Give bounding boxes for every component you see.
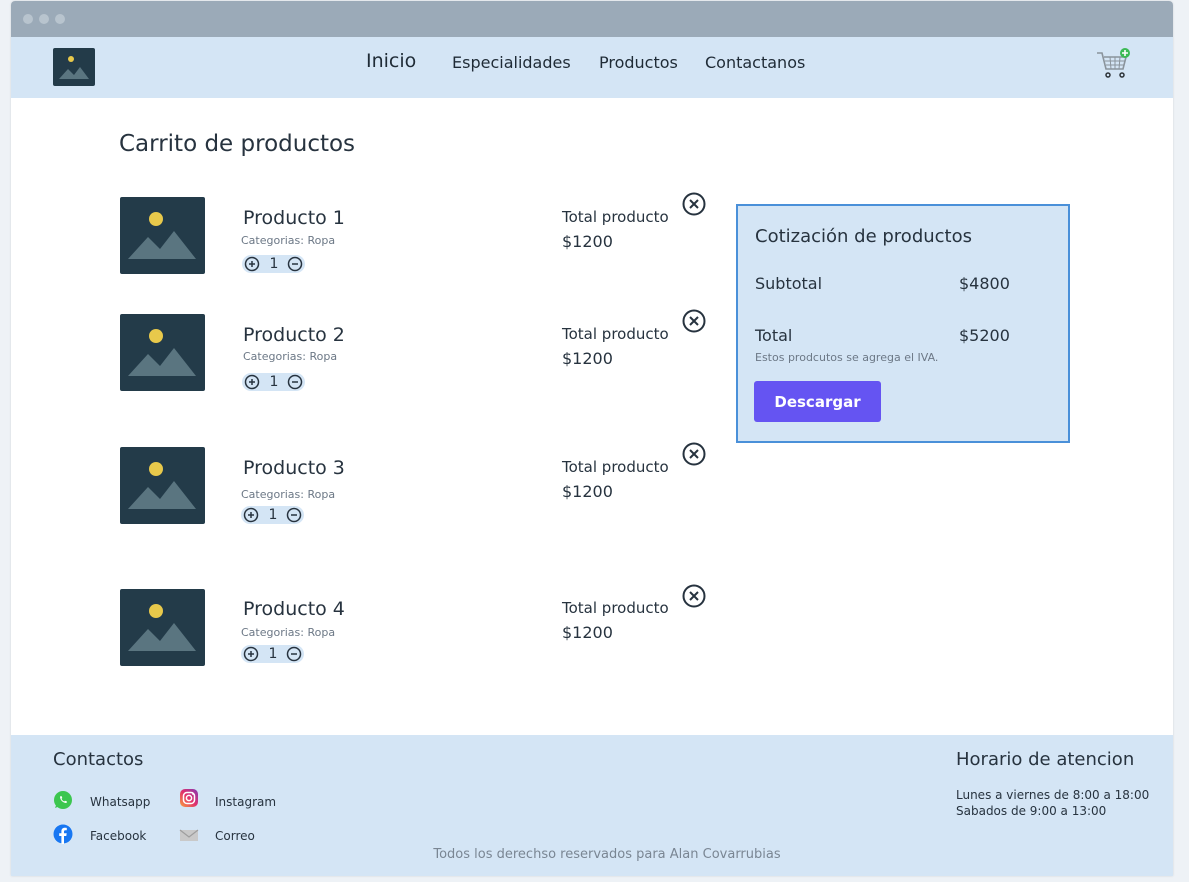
item-total-price: $1200 [562,482,613,501]
cart-item: Producto 2 Categorias: Ropa 1 Total prod… [119,309,729,394]
item-total-label: Total producto [562,325,669,343]
product-image-icon [120,447,205,524]
product-name: Producto 1 [243,207,345,229]
whatsapp-link[interactable]: Whatsapp [90,795,150,809]
page-title: Carrito de productos [119,131,356,157]
window-control-dot[interactable] [55,14,65,24]
cart-item: Producto 1 Categorias: Ropa 1 Total prod… [119,192,729,277]
minus-icon[interactable] [286,507,302,523]
quantity-stepper: 1 [242,373,305,391]
product-image-icon [120,589,205,666]
nav-contactanos[interactable]: Contactanos [705,53,805,72]
product-category: Categorias: Ropa [243,350,338,363]
total-label: Total [755,326,793,345]
item-total-price: $1200 [562,349,613,368]
plus-icon[interactable] [243,646,259,662]
product-category: Categorias: Ropa [241,626,336,639]
item-total-price: $1200 [562,623,613,642]
minus-icon[interactable] [286,646,302,662]
cart-item: Producto 4 Categorias: Ropa 1 Total prod… [119,584,729,669]
mail-icon[interactable] [179,825,199,845]
close-circle-icon[interactable] [681,191,707,217]
quantity-stepper: 1 [241,506,304,524]
product-image-icon [120,197,205,274]
site-footer: Contactos Whatsapp Instagram Facebook Co… [11,735,1173,876]
hours-saturday: Sabados de 9:00 a 13:00 [956,804,1107,818]
tax-note: Estos prodcutos se agrega el IVA. [755,351,939,364]
subtotal-value: $4800 [959,274,1010,293]
email-link[interactable]: Correo [215,829,255,843]
instagram-icon[interactable] [179,788,199,808]
window-control-dot[interactable] [39,14,49,24]
facebook-link[interactable]: Facebook [90,829,146,843]
item-total-label: Total producto [562,208,669,226]
quantity-value[interactable]: 1 [267,255,281,273]
facebook-icon[interactable] [53,824,73,844]
nav-especialidades[interactable]: Especialidades [452,53,571,72]
nav-inicio[interactable]: Inicio [366,50,416,72]
quote-summary-panel: Cotización de productos Subtotal $4800 T… [736,204,1070,443]
plus-icon[interactable] [244,256,260,272]
contacts-title: Contactos [53,749,144,770]
plus-icon[interactable] [243,507,259,523]
quantity-value[interactable]: 1 [266,645,280,663]
close-circle-icon[interactable] [681,583,707,609]
nav-productos[interactable]: Productos [599,53,678,72]
product-category: Categorias: Ropa [241,234,336,247]
download-button[interactable]: Descargar [754,381,881,422]
product-name: Producto 4 [243,598,345,620]
instagram-link[interactable]: Instagram [215,795,276,809]
total-value: $5200 [959,326,1010,345]
quantity-stepper: 1 [242,255,305,273]
cart-icon[interactable] [1095,47,1131,81]
logo-image-icon[interactable] [53,48,95,86]
item-total-label: Total producto [562,599,669,617]
product-category: Categorias: Ropa [241,488,336,501]
copyright-text: Todos los derechso reservados para Alan … [433,847,781,862]
item-total-label: Total producto [562,458,669,476]
site-header: Inicio Especialidades Productos Contacta… [11,37,1173,98]
close-circle-icon[interactable] [681,308,707,334]
window-control-dot[interactable] [23,14,33,24]
hours-title: Horario de atencion [956,749,1135,770]
item-total-price: $1200 [562,232,613,251]
browser-window: Inicio Especialidades Productos Contacta… [11,1,1173,876]
subtotal-label: Subtotal [755,274,823,293]
minus-icon[interactable] [287,374,303,390]
hours-weekdays: Lunes a viernes de 8:00 a 18:00 [956,788,1150,802]
minus-icon[interactable] [287,256,303,272]
whatsapp-icon[interactable] [53,790,73,810]
product-name: Producto 3 [243,457,345,479]
close-circle-icon[interactable] [681,441,707,467]
quantity-value[interactable]: 1 [267,373,281,391]
window-titlebar [11,1,1173,37]
product-name: Producto 2 [243,324,345,346]
quantity-stepper: 1 [241,645,304,663]
quantity-value[interactable]: 1 [266,506,280,524]
product-image-icon [120,314,205,391]
plus-icon[interactable] [244,374,260,390]
cart-item: Producto 3 Categorias: Ropa 1 Total prod… [119,442,729,527]
summary-title: Cotización de productos [755,226,973,247]
